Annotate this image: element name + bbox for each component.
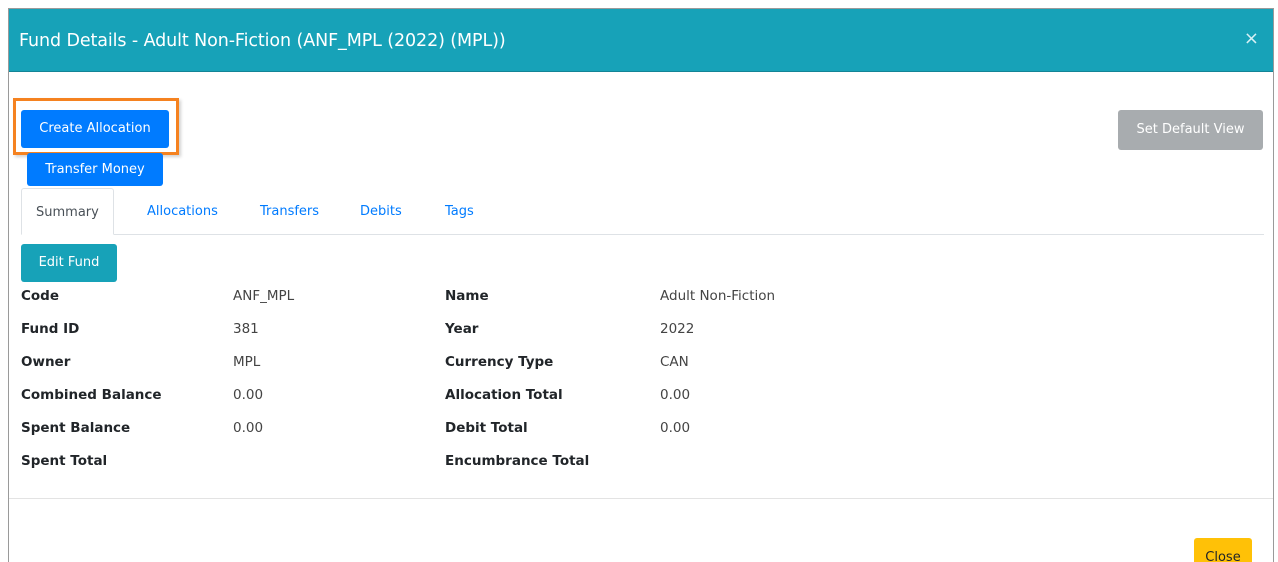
modal-title: Fund Details - Adult Non-Fiction (ANF_MP…: [19, 31, 506, 51]
create-allocation-button[interactable]: Create Allocation: [21, 110, 169, 148]
field-value-name: Adult Non-Fiction: [660, 288, 776, 304]
field-label-fund-id: Fund ID: [21, 321, 80, 337]
footer-divider: [9, 498, 1273, 499]
field-value-currency-type: CAN: [660, 354, 689, 370]
field-label-currency-type: Currency Type: [445, 354, 554, 370]
edit-fund-button[interactable]: Edit Fund: [21, 244, 117, 282]
set-default-view-button[interactable]: Set Default View: [1118, 110, 1263, 150]
field-value-allocation-total: 0.00: [660, 387, 691, 403]
field-value-combined-balance: 0.00: [233, 387, 264, 403]
field-label-spent-balance: Spent Balance: [21, 420, 131, 436]
field-label-name: Name: [445, 288, 489, 304]
fund-details-modal: Fund Details - Adult Non-Fiction (ANF_MP…: [8, 8, 1274, 562]
field-value-owner: MPL: [233, 354, 261, 370]
field-label-allocation-total: Allocation Total: [445, 387, 563, 403]
field-value-code: ANF_MPL: [233, 288, 295, 304]
tab-summary[interactable]: Summary: [21, 188, 114, 235]
transfer-money-button[interactable]: Transfer Money: [27, 153, 163, 186]
field-label-year: Year: [445, 321, 479, 337]
tab-debits[interactable]: Debits: [360, 188, 402, 235]
field-value-fund-id: 381: [233, 321, 259, 337]
field-label-owner: Owner: [21, 354, 71, 370]
field-label-debit-total: Debit Total: [445, 420, 528, 436]
tab-transfers[interactable]: Transfers: [260, 188, 319, 235]
close-button[interactable]: Close: [1194, 538, 1252, 562]
field-label-code: Code: [21, 288, 60, 304]
close-icon[interactable]: ×: [1244, 30, 1259, 48]
field-label-spent-total: Spent Total: [21, 453, 108, 469]
tab-allocations[interactable]: Allocations: [147, 188, 218, 235]
fund-tabs: Summary Allocations Transfers Debits Tag…: [21, 188, 1264, 235]
tab-tags[interactable]: Tags: [445, 188, 474, 235]
field-value-spent-balance: 0.00: [233, 420, 264, 436]
field-label-combined-balance: Combined Balance: [21, 387, 162, 403]
field-label-encumbrance-total: Encumbrance Total: [445, 453, 590, 469]
field-value-year: 2022: [660, 321, 695, 337]
field-value-debit-total: 0.00: [660, 420, 691, 436]
modal-header: Fund Details - Adult Non-Fiction (ANF_MP…: [9, 9, 1273, 72]
